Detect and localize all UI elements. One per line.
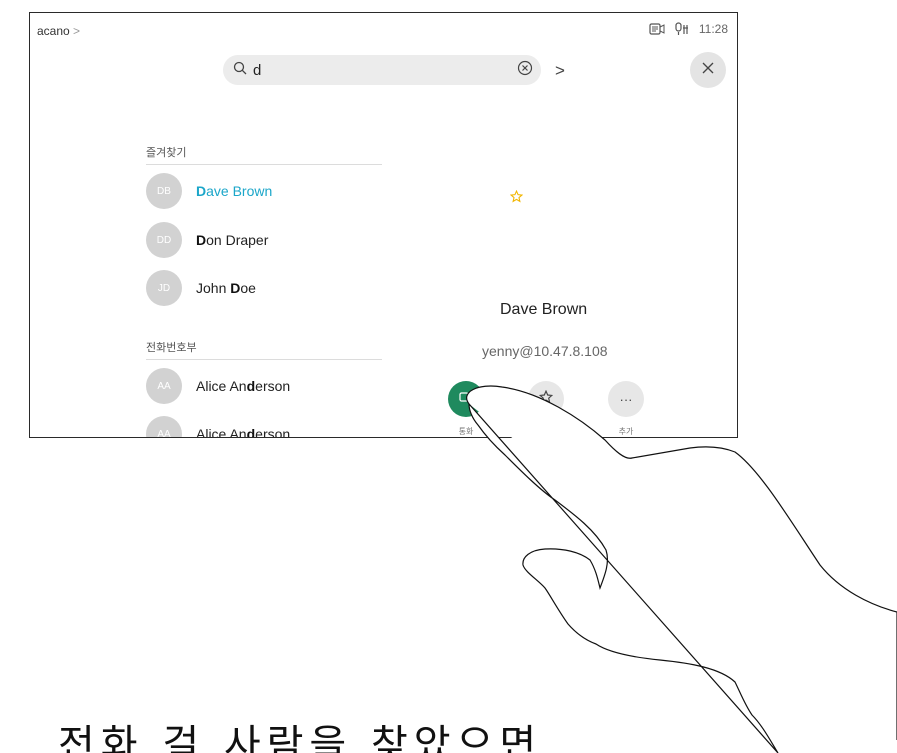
favorite-star-icon <box>509 189 524 208</box>
section-favorites: 즐겨찾기 <box>146 144 382 165</box>
contact-name: Alice Anderson <box>196 378 291 394</box>
avatar: JD <box>146 270 182 306</box>
star-icon <box>538 389 554 409</box>
contact-row[interactable]: AA Alice Anderson <box>146 368 290 404</box>
contact-row[interactable]: DD Don Draper <box>146 222 268 258</box>
avatar: AA <box>146 416 182 437</box>
contact-name: Dave Brown <box>196 183 273 199</box>
clear-search-icon[interactable] <box>517 60 533 81</box>
contact-name: Don Draper <box>196 232 269 248</box>
close-icon <box>702 61 714 79</box>
favorite-button[interactable] <box>528 381 564 417</box>
page: acano > 11:28 d > 즐겨찾기 DB Dave Brown DD … <box>0 0 897 753</box>
more-label: 추가 <box>618 427 634 436</box>
clock-time: 11:28 <box>698 22 728 36</box>
search-next-chevron[interactable]: > <box>555 61 565 81</box>
avatar: DB <box>146 173 182 209</box>
call-label: 통화 <box>458 427 474 436</box>
section-directory: 전화번호부 <box>146 339 382 360</box>
call-button[interactable] <box>448 381 484 417</box>
device-screen: acano > 11:28 d > 즐겨찾기 DB Dave Brown DD … <box>29 12 738 438</box>
contact-row[interactable]: DB Dave Brown <box>146 173 272 209</box>
mic-icon <box>675 22 689 36</box>
contact-row[interactable]: JD John Doe <box>146 270 256 306</box>
more-icon: ··· <box>619 391 633 407</box>
search-icon <box>233 61 247 80</box>
contact-name: John Doe <box>196 280 256 296</box>
video-call-icon <box>459 390 473 408</box>
screen-share-icon <box>649 23 665 35</box>
status-left: acano > <box>37 24 80 38</box>
close-button[interactable] <box>690 52 726 88</box>
caption: 전화 걸 사람을 찾았으면 <box>58 722 543 753</box>
status-right: 11:28 <box>649 22 728 36</box>
avatar: DD <box>146 222 182 258</box>
search-query: d <box>253 61 262 79</box>
app-chevron: > <box>73 24 81 38</box>
detail-name: Dave Brown <box>500 301 588 318</box>
more-button[interactable]: ··· <box>608 381 644 417</box>
app-name: acano <box>37 24 70 38</box>
contact-name: Alice Anderson <box>196 426 291 438</box>
detail-address: yenny@10.47.8.108 <box>482 343 608 359</box>
contact-row[interactable]: AA Alice Anderson <box>146 416 291 438</box>
avatar: AA <box>146 368 182 404</box>
search-input[interactable]: d <box>223 55 541 85</box>
